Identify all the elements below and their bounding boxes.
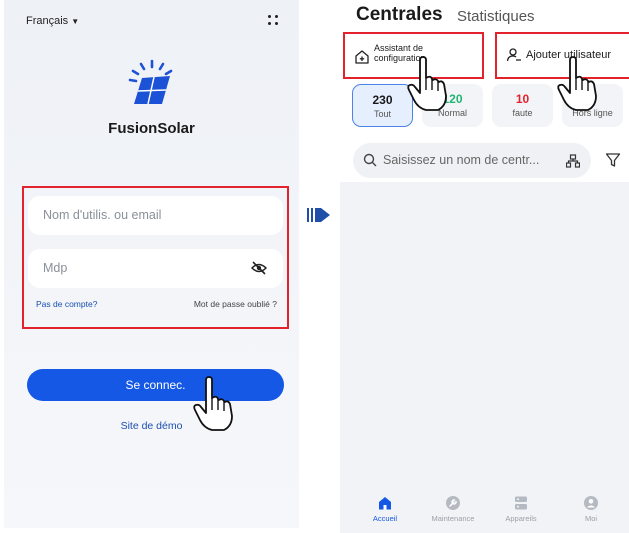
profile-icon <box>584 496 598 510</box>
nav-home[interactable]: Accueil <box>353 495 417 523</box>
password-input[interactable]: Mdp <box>28 249 283 288</box>
nav-label: Appareils <box>505 514 537 523</box>
nav-devices[interactable]: Appareils <box>489 495 553 523</box>
home-icon <box>379 497 391 510</box>
status-label: Tout <box>373 109 391 119</box>
status-label: faute <box>512 108 533 118</box>
no-account-link[interactable]: Pas de compte? <box>36 299 97 309</box>
status-count: 230 <box>372 93 393 107</box>
nav-me[interactable]: Moi <box>559 495 623 523</box>
wrench-icon <box>446 496 460 510</box>
username-input[interactable]: Nom d'utilis. ou email <box>28 196 283 235</box>
caret-down-icon: ▼ <box>71 16 80 26</box>
pointing-hand-icon <box>557 56 597 111</box>
username-placeholder: Nom d'utilis. ou email <box>43 208 162 222</box>
more-dots-icon[interactable] <box>266 12 280 28</box>
demo-site-link[interactable]: Site de démo <box>4 420 299 432</box>
home-plus-icon <box>355 50 369 64</box>
org-tree-icon[interactable] <box>566 154 580 168</box>
status-count: 10 <box>515 92 530 106</box>
nav-label: Maintenance <box>431 514 475 523</box>
nav-maintenance[interactable]: Maintenance <box>421 495 485 523</box>
status-card-fault[interactable]: 10 faute <box>492 84 553 127</box>
user-plus-icon <box>506 48 521 62</box>
search-icon <box>363 153 377 167</box>
search-placeholder: Saisissez un nom de centr... <box>383 153 540 167</box>
page-title[interactable]: Centrales <box>356 4 443 26</box>
login-button[interactable]: Se connec. <box>27 369 284 401</box>
pointing-hand-icon <box>193 376 233 431</box>
plants-screen: Centrales Statistiques Assistant de conf… <box>340 0 629 533</box>
status-card-all[interactable]: 230 Tout <box>352 84 413 127</box>
language-selector[interactable]: Français ▼ <box>26 15 79 27</box>
language-label: Français <box>26 15 69 27</box>
forgot-password-link[interactable]: Mot de passe oublié ? <box>194 299 277 309</box>
login-button-label: Se connec. <box>125 378 186 392</box>
pointing-hand-icon <box>407 56 447 111</box>
search-input[interactable]: Saisissez un nom de centr... <box>353 143 591 178</box>
fusionsolar-logo-icon <box>128 59 173 105</box>
brand-name: FusionSolar <box>108 120 195 137</box>
arrow-right-icon <box>307 208 330 222</box>
login-screen: Français ▼ FusionSolar Nom d'utilis. ou … <box>4 0 299 528</box>
filter-icon[interactable] <box>605 152 621 168</box>
bottom-navigation: Accueil Maintenance Appareils Moi <box>340 485 629 533</box>
nav-label: Accueil <box>372 514 398 523</box>
tab-statistics[interactable]: Statistiques <box>457 8 535 25</box>
eye-off-icon[interactable] <box>251 261 267 275</box>
devices-icon <box>515 496 527 510</box>
password-placeholder: Mdp <box>43 261 68 275</box>
nav-label: Moi <box>584 514 598 523</box>
